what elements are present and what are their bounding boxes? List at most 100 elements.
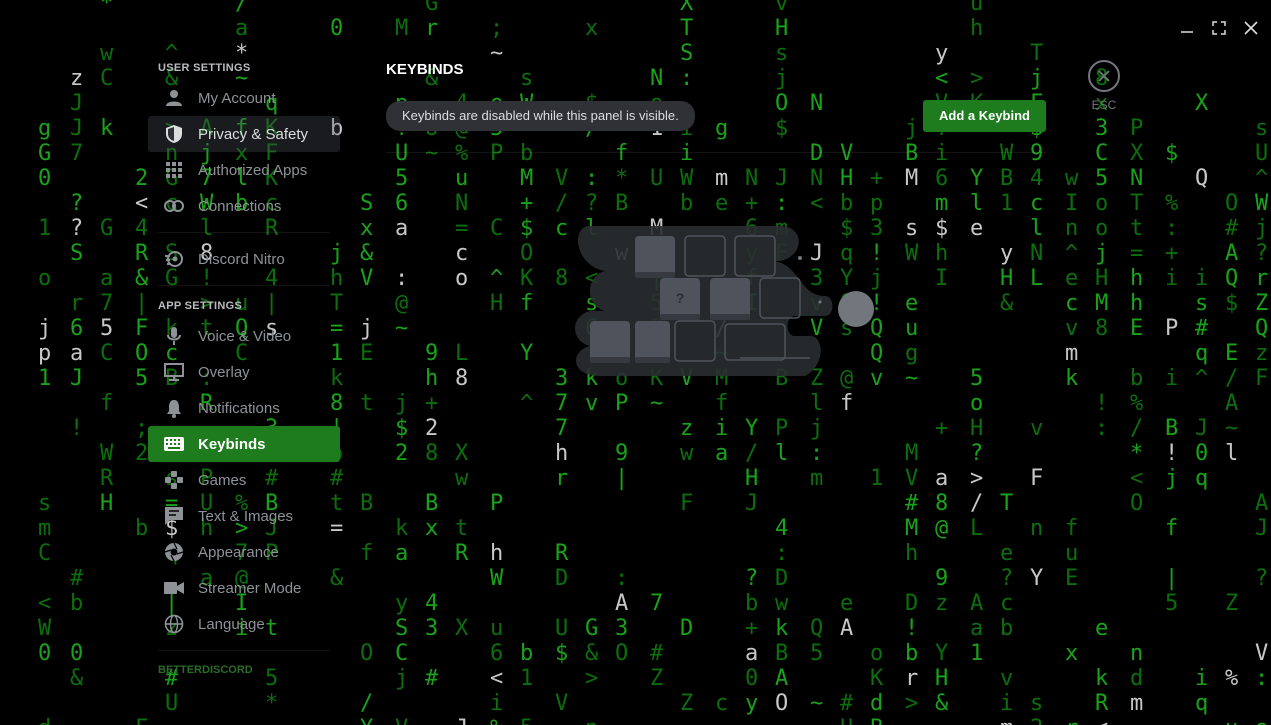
matrix-glyph: r xyxy=(905,666,918,691)
sidebar-item-language[interactable]: Language xyxy=(148,606,340,642)
matrix-glyph: p xyxy=(870,191,883,216)
matrix-glyph: o xyxy=(38,266,51,291)
matrix-glyph: 1 xyxy=(870,466,883,491)
matrix-glyph: q xyxy=(1195,691,1208,716)
sidebar-item-overlay[interactable]: Overlay xyxy=(148,354,340,390)
matrix-glyph: j xyxy=(395,666,408,691)
matrix-glyph: 1 xyxy=(520,666,533,691)
sidebar-item-label: Overlay xyxy=(198,363,250,381)
matrix-glyph: x xyxy=(585,16,598,41)
matrix-glyph: V xyxy=(905,466,918,491)
matrix-glyph: | xyxy=(1165,566,1178,591)
close-settings: ESC xyxy=(1086,60,1122,112)
matrix-glyph: 9 xyxy=(425,341,438,366)
matrix-glyph: V xyxy=(555,691,568,716)
matrix-glyph: e xyxy=(1000,541,1013,566)
matrix-glyph: x xyxy=(425,516,438,541)
matrix-glyph: n xyxy=(1130,641,1143,666)
matrix-glyph: v xyxy=(1000,666,1013,691)
matrix-glyph: 4 xyxy=(135,216,148,241)
matrix-glyph: M xyxy=(395,16,408,41)
matrix-glyph: Y xyxy=(970,166,983,191)
matrix-glyph: k xyxy=(775,616,788,641)
sidebar-item-label: Text & Images xyxy=(198,507,294,525)
minimize-button[interactable] xyxy=(1177,16,1197,40)
matrix-glyph: j xyxy=(360,316,373,341)
sidebar-item-discord-nitro[interactable]: Discord Nitro xyxy=(148,241,340,277)
matrix-glyph: # xyxy=(425,666,439,691)
matrix-glyph: j xyxy=(38,316,51,341)
matrix-glyph: # xyxy=(840,691,854,716)
matrix-glyph: o xyxy=(1095,216,1108,241)
matrix-glyph: B xyxy=(360,491,373,516)
matrix-glyph: e xyxy=(715,191,728,216)
matrix-glyph: B xyxy=(775,641,788,666)
matrix-glyph: R xyxy=(135,241,149,266)
sidebar-item-privacy-safety[interactable]: Privacy & Safety xyxy=(148,116,340,152)
matrix-glyph: w xyxy=(775,591,789,616)
matrix-glyph: f xyxy=(840,391,853,416)
sidebar-item-my-account[interactable]: My Account xyxy=(148,80,340,116)
matrix-glyph: 0 xyxy=(38,166,51,191)
matrix-glyph: A xyxy=(1225,241,1238,266)
sidebar-item-games[interactable]: Games xyxy=(148,462,340,498)
close-settings-button[interactable] xyxy=(1088,60,1120,92)
matrix-glyph: I xyxy=(935,266,948,291)
sidebar-item-keybinds[interactable]: Keybinds xyxy=(148,426,340,462)
sidebar-item-appearance[interactable]: Appearance xyxy=(148,534,340,570)
matrix-glyph: E xyxy=(1065,566,1078,591)
sidebar-item-authorized-apps[interactable]: Authorized Apps xyxy=(148,152,340,188)
matrix-glyph: j xyxy=(1255,216,1268,241)
sidebar-item-notifications[interactable]: Notifications xyxy=(148,390,340,426)
matrix-glyph: # xyxy=(650,641,664,666)
sidebar-item-text-images[interactable]: Text & Images xyxy=(148,498,340,534)
close-circle-icon xyxy=(1098,70,1110,82)
matrix-glyph: < xyxy=(1130,466,1143,491)
matrix-glyph: f xyxy=(360,541,373,566)
matrix-glyph: Q xyxy=(1255,316,1268,341)
matrix-glyph: % xyxy=(1165,191,1178,216)
matrix-glyph: j xyxy=(395,391,408,416)
matrix-glyph: P xyxy=(775,416,788,441)
matrix-glyph: y xyxy=(1000,241,1013,266)
matrix-glyph: / xyxy=(970,491,983,516)
sidebar-item-label: Discord Nitro xyxy=(198,250,285,268)
camera-icon xyxy=(162,576,186,600)
matrix-glyph: / xyxy=(1225,366,1238,391)
matrix-glyph: < xyxy=(38,591,51,616)
matrix-glyph: = xyxy=(455,216,468,241)
matrix-glyph: T xyxy=(1000,491,1013,516)
matrix-glyph: 6 xyxy=(490,641,503,666)
gamepad-icon xyxy=(162,468,186,492)
matrix-glyph: H xyxy=(840,166,853,191)
matrix-glyph: v xyxy=(775,0,788,16)
sidebar-item-streamer-mode[interactable]: Streamer Mode xyxy=(148,570,340,606)
add-keybind-button[interactable]: Add a Keybind xyxy=(922,100,1046,132)
matrix-glyph: P xyxy=(615,391,628,416)
matrix-glyph: O xyxy=(1225,191,1238,216)
maximize-button[interactable] xyxy=(1209,16,1229,40)
matrix-glyph: p xyxy=(38,341,51,366)
matrix-glyph: / xyxy=(235,0,248,16)
sidebar-item-voice-video[interactable]: Voice & Video xyxy=(148,318,340,354)
matrix-glyph: 8 xyxy=(425,441,438,466)
divider xyxy=(158,232,330,233)
matrix-glyph: 0 xyxy=(1195,441,1208,466)
matrix-glyph: L xyxy=(1030,266,1043,291)
matrix-glyph: U xyxy=(555,616,568,641)
matrix-glyph: F xyxy=(1255,366,1268,391)
sidebar-item-label: Authorized Apps xyxy=(198,161,308,179)
matrix-glyph: c xyxy=(1030,191,1043,216)
matrix-glyph: ? xyxy=(970,441,983,466)
matrix-glyph: W xyxy=(1255,191,1269,216)
sidebar-item-connections[interactable]: Connections xyxy=(148,188,340,224)
matrix-glyph: A xyxy=(775,666,788,691)
matrix-glyph: k xyxy=(395,516,408,541)
matrix-glyph: P xyxy=(1130,116,1143,141)
matrix-glyph: 6 xyxy=(395,191,408,216)
matrix-glyph: H xyxy=(970,416,983,441)
matrix-glyph: b xyxy=(135,516,148,541)
close-window-button[interactable] xyxy=(1241,16,1261,40)
matrix-glyph: K xyxy=(520,266,534,291)
matrix-glyph: N xyxy=(1130,166,1143,191)
